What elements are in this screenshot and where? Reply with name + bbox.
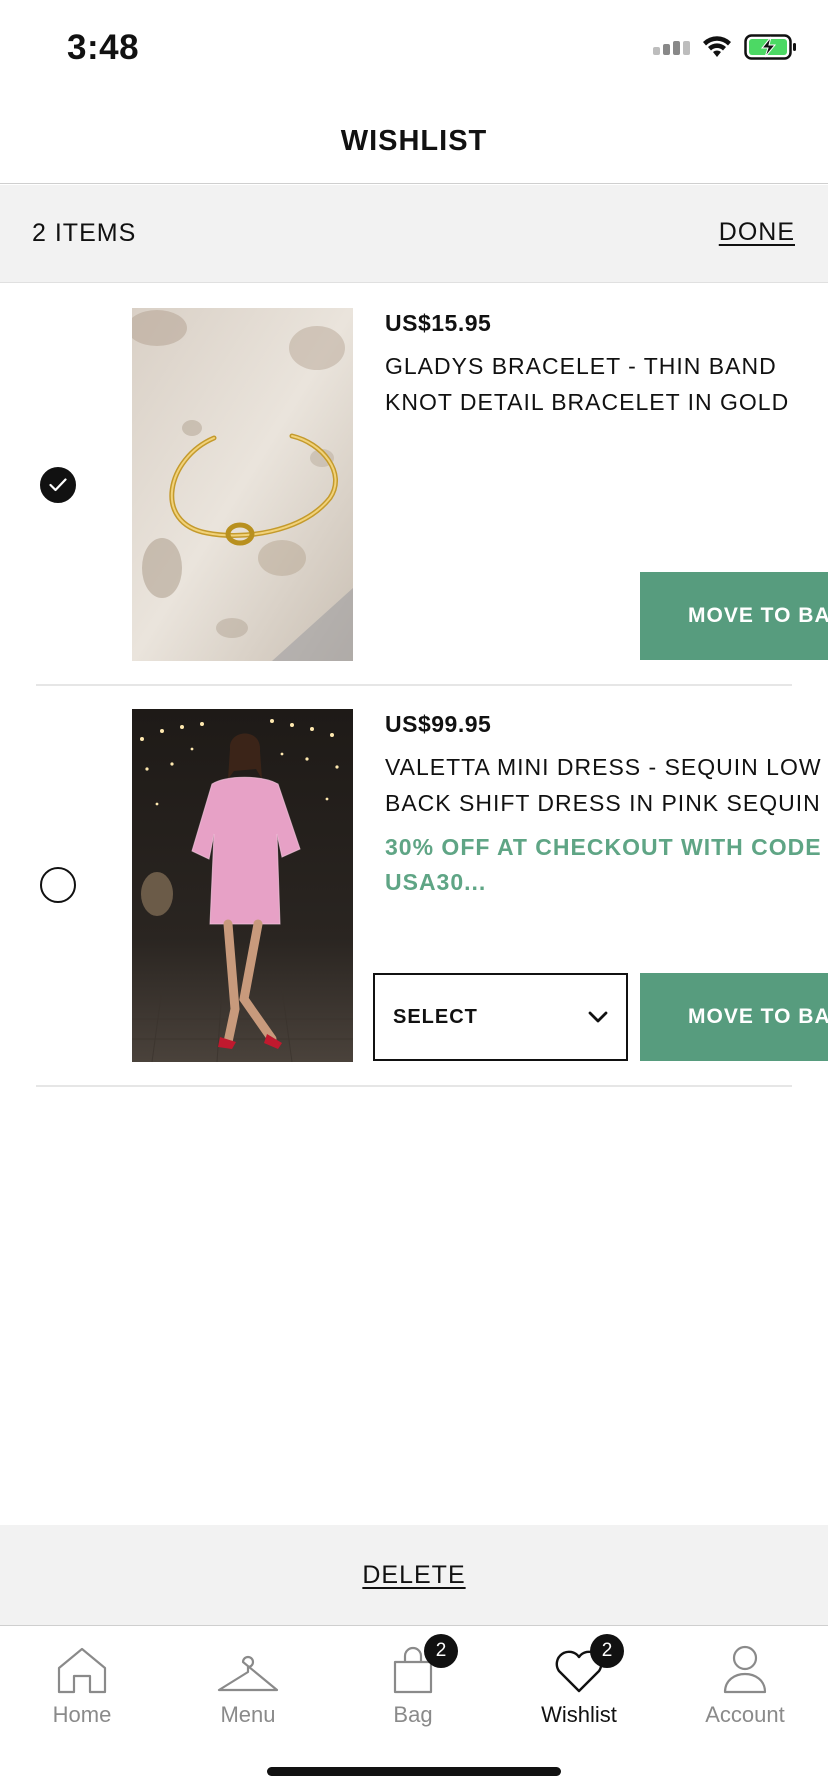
- product-image-bracelet[interactable]: [132, 308, 353, 661]
- product-name-line: VALETTA MINI DRESS - SEQUIN LOW: [385, 754, 822, 780]
- item-select-checkbox[interactable]: [40, 467, 76, 503]
- row-divider: [36, 1085, 792, 1087]
- chevron-down-icon: [588, 1011, 608, 1023]
- size-select[interactable]: SELECT: [373, 973, 628, 1061]
- move-to-bag-button[interactable]: MOVE TO BAG: [640, 572, 828, 660]
- items-bar: 2 ITEMS DONE: [0, 185, 828, 283]
- product-name[interactable]: GLADYS BRACELET - THIN BAND KNOT DETAIL …: [385, 348, 825, 420]
- product-price: US$15.95: [385, 310, 492, 336]
- tab-home[interactable]: Home: [12, 1636, 152, 1736]
- delete-button[interactable]: DELETE: [362, 1561, 465, 1590]
- product-image-dress[interactable]: [132, 709, 353, 1062]
- checkmark-icon: [49, 478, 67, 492]
- wifi-icon: [703, 36, 731, 57]
- product-name-line: BACK SHIFT DRESS IN PINK SEQUIN: [385, 790, 821, 816]
- promo-line: USA30...: [385, 869, 487, 895]
- status-icons: [653, 34, 798, 60]
- size-select-label: SELECT: [393, 1005, 478, 1028]
- delete-bar: DELETE: [0, 1525, 828, 1625]
- tab-account[interactable]: Account: [675, 1636, 815, 1736]
- wishlist-count-badge: 2: [590, 1634, 624, 1668]
- person-icon: [723, 1645, 767, 1694]
- move-to-bag-button[interactable]: MOVE TO BAG: [640, 973, 828, 1061]
- items-count: 2 ITEMS: [32, 219, 137, 247]
- wishlist-item: US$99.95 VALETTA MINI DRESS - SEQUIN LOW…: [0, 685, 828, 1087]
- item-select-checkbox[interactable]: [40, 867, 76, 903]
- product-price: US$99.95: [385, 711, 492, 737]
- tab-label: Menu: [220, 1702, 276, 1727]
- status-bar: 3:48: [0, 0, 828, 100]
- wishlist-item: US$15.95 GLADYS BRACELET - THIN BAND KNO…: [0, 284, 828, 686]
- product-name-line: GLADYS BRACELET - THIN BAND: [385, 353, 777, 379]
- home-icon: [57, 1647, 107, 1694]
- cellular-signal-icon: [653, 39, 690, 55]
- bag-count-badge: 2: [424, 1634, 458, 1668]
- tab-wishlist[interactable]: 2 Wishlist: [509, 1634, 649, 1736]
- tab-label: Wishlist: [541, 1702, 617, 1727]
- promo-message: 30% OFF AT CHECKOUT WITH CODE USA30...: [385, 830, 828, 900]
- promo-line: 30% OFF AT CHECKOUT WITH CODE: [385, 834, 822, 860]
- product-name[interactable]: VALETTA MINI DRESS - SEQUIN LOW BACK SHI…: [385, 749, 825, 821]
- tab-label: Account: [705, 1702, 785, 1727]
- status-time: 3:48: [67, 28, 140, 67]
- tab-label: Home: [52, 1702, 112, 1727]
- tab-bag[interactable]: 2 Bag: [343, 1634, 483, 1736]
- page-header: WISHLIST: [0, 100, 828, 184]
- done-button[interactable]: DONE: [719, 218, 795, 247]
- hanger-icon: [217, 1655, 279, 1692]
- tab-menu[interactable]: Menu: [178, 1636, 318, 1736]
- battery-icon: [744, 34, 796, 60]
- product-name-line: KNOT DETAIL BRACELET IN GOLD: [385, 389, 790, 415]
- home-indicator: [267, 1767, 561, 1776]
- tab-label: Bag: [393, 1702, 433, 1727]
- page-title: WISHLIST: [340, 125, 488, 157]
